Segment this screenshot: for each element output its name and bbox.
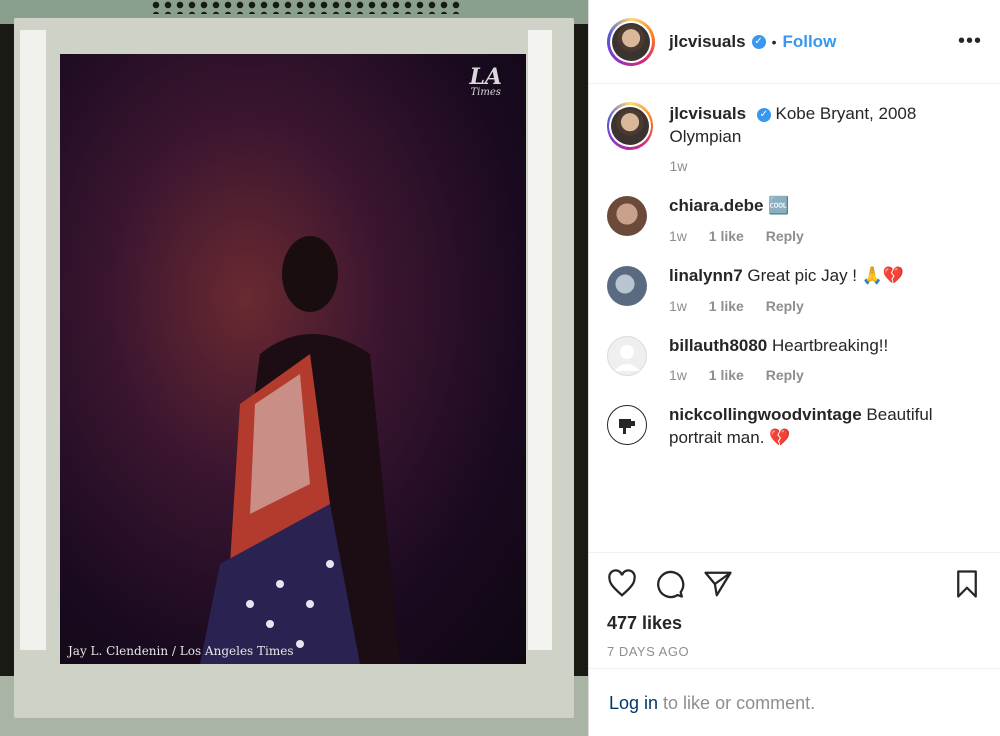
comment-time[interactable]: 1w [669,367,687,383]
comment-username[interactable]: billauth8080 [669,336,767,355]
comment-item: nickcollingwoodvintage Beautiful portrai… [607,403,982,450]
post-side-panel: jlcvisuals ✓ • Follow ••• jlcvisuals ✓ K… [588,0,1000,736]
instagram-post: LA Times Jay L. Clendenin / Los Angeles … [0,0,1000,736]
login-link[interactable]: Log in [609,693,658,713]
camera-avatar-icon[interactable] [607,405,647,445]
comment-likes[interactable]: 1 like [709,298,744,314]
photo-credit: Jay L. Clendenin / Los Angeles Times [68,644,294,658]
author-avatar[interactable] [607,17,655,66]
logo-big: LA [469,64,502,90]
post-photo[interactable]: LA Times Jay L. Clendenin / Los Angeles … [0,0,588,736]
comment-text: Heartbreaking!! [772,336,889,355]
comment-username[interactable]: linalynn7 [669,266,743,285]
la-times-logo: LA Times [469,66,502,98]
more-options-icon[interactable]: ••• [958,30,982,53]
author-username[interactable]: jlcvisuals [669,32,746,52]
comment-username[interactable]: nickcollingwoodvintage [669,405,862,424]
default-avatar-icon[interactable] [607,336,647,376]
portrait-image: LA Times Jay L. Clendenin / Los Angeles … [60,54,526,664]
figure-silhouette [200,236,400,664]
follow-button[interactable]: Follow [782,32,836,52]
comment-time[interactable]: 1w [669,228,687,244]
reply-button[interactable]: Reply [766,298,804,314]
post-actions: 477 likes 7 DAYS AGO [589,552,1000,659]
verified-icon: ✓ [751,34,766,49]
reply-button[interactable]: Reply [766,367,804,383]
comment-bubble-icon[interactable] [655,569,685,599]
comment-likes[interactable]: 1 like [709,228,744,244]
likes-count[interactable]: 477 likes [607,613,982,634]
logo-small: Times [470,87,501,98]
film-holes [150,0,460,14]
frame-strip-left [20,30,46,650]
reply-button[interactable]: Reply [766,228,804,244]
verified-icon: ✓ [756,107,771,122]
like-heart-icon[interactable] [607,569,637,599]
login-rest-text: to like or comment. [658,693,816,713]
comment-item: billauth8080 Heartbreaking!! 1w 1 like R… [607,334,982,383]
bookmark-icon[interactable] [952,569,982,599]
post-header: jlcvisuals ✓ • Follow ••• [589,0,1000,84]
post-caption: jlcvisuals ✓ Kobe Bryant, 2008 Olympian … [607,102,982,174]
post-age[interactable]: 7 DAYS AGO [607,644,982,659]
comment-item: linalynn7 Great pic Jay ! 🙏💔 1w 1 like R… [607,264,982,314]
separator-dot: • [771,33,777,50]
commenter-avatar[interactable] [607,266,647,306]
comment-emoji: 🙏💔 [861,266,905,286]
comment-item: chiara.debe 🆒 1w 1 like Reply [607,194,982,244]
comment-likes[interactable]: 1 like [709,367,744,383]
share-send-icon[interactable] [703,569,733,599]
commenter-avatar[interactable] [607,196,647,236]
comments-list: jlcvisuals ✓ Kobe Bryant, 2008 Olympian … [589,84,1000,450]
caption-avatar[interactable] [607,102,654,150]
comment-emoji: 💔 [769,428,791,448]
action-icons [607,567,982,601]
caption-username[interactable]: jlcvisuals [669,104,746,123]
login-prompt: Log in to like or comment. [589,668,1000,736]
caption-time[interactable]: 1w [669,158,687,174]
comment-time[interactable]: 1w [669,298,687,314]
comment-emoji: 🆒 [768,196,790,216]
comment-username[interactable]: chiara.debe [669,196,764,215]
comment-text: Great pic Jay ! [747,266,862,285]
frame-strip-right [528,30,552,650]
